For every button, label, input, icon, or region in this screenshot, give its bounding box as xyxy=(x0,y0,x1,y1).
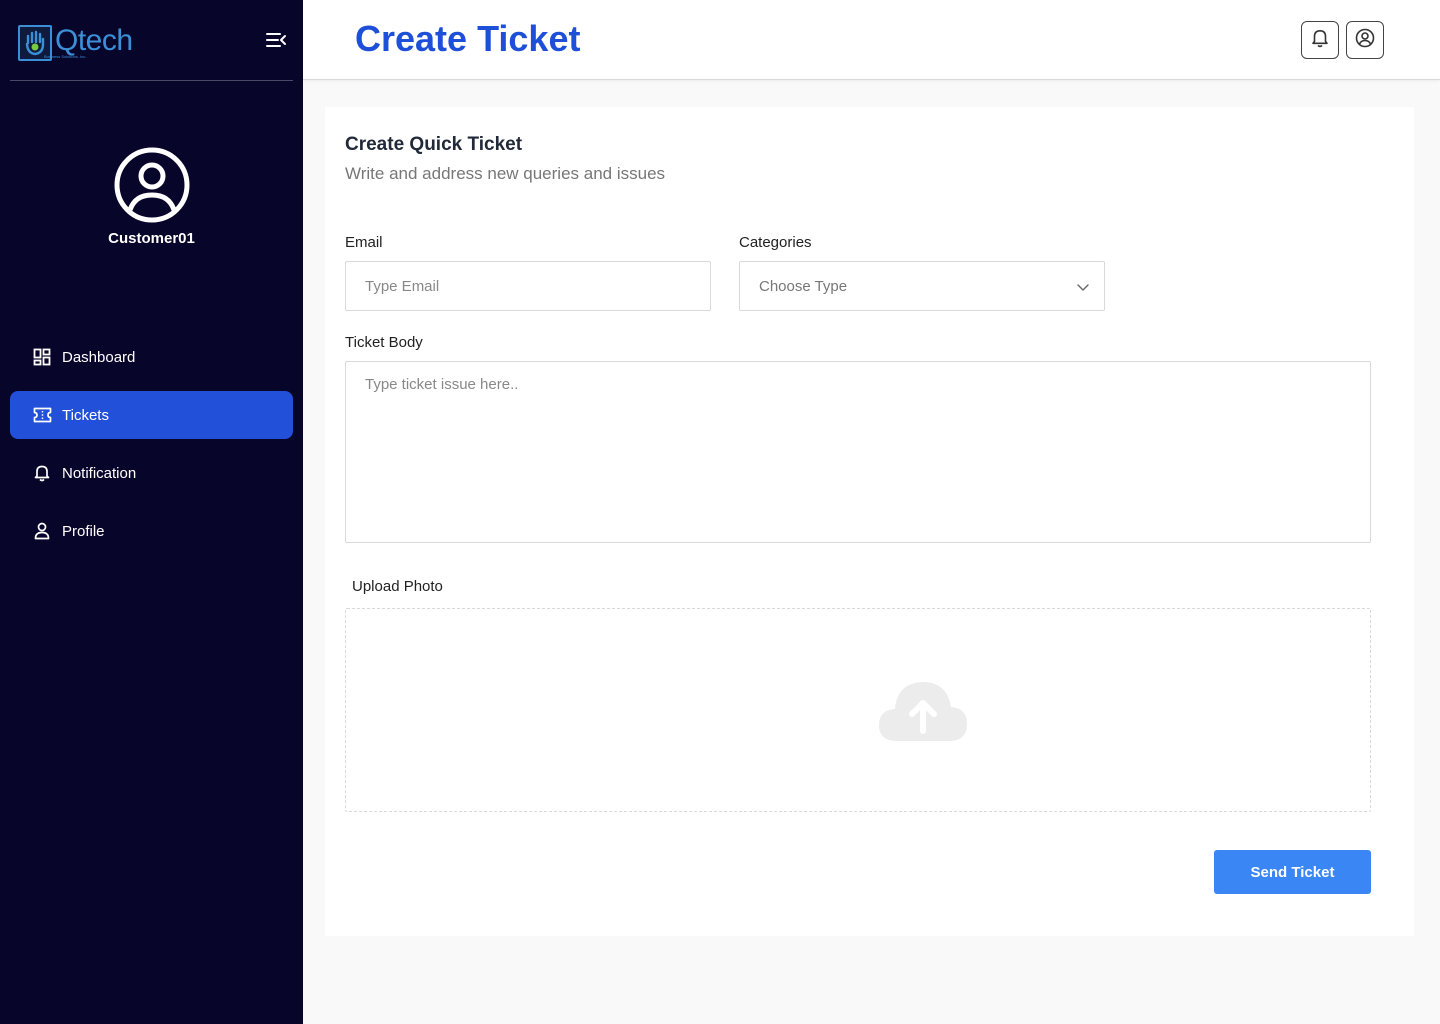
create-ticket-card: Create Quick Ticket Write and address ne… xyxy=(325,107,1414,936)
ticket-body-textarea[interactable] xyxy=(345,361,1371,543)
page-title: Create Ticket xyxy=(355,18,581,59)
bell-icon xyxy=(1311,28,1329,53)
form-title: Create Quick Ticket xyxy=(345,134,523,155)
sidebar-item-label: Dashboard xyxy=(62,348,136,366)
user-circle-icon xyxy=(1355,28,1375,53)
sidebar: Qtech Business Solutions, Inc. Customer0… xyxy=(0,0,303,1024)
sidebar-item-notification[interactable]: Notification xyxy=(10,449,293,497)
categories-select[interactable]: Choose Type xyxy=(739,261,1105,311)
notification-button[interactable] xyxy=(1301,21,1339,59)
ticket-body-label: Ticket Body xyxy=(345,334,423,351)
top-header: Create Ticket xyxy=(303,0,1440,80)
dashboard-icon xyxy=(32,347,52,367)
upload-photo-label: Upload Photo xyxy=(352,578,443,595)
sidebar-header: Qtech Business Solutions, Inc. xyxy=(10,0,293,81)
categories-label: Categories xyxy=(739,234,812,251)
cloud-upload-icon xyxy=(877,679,969,743)
sidebar-item-tickets[interactable]: Tickets xyxy=(10,391,293,439)
email-field[interactable] xyxy=(345,261,711,311)
bell-icon xyxy=(32,463,52,483)
user-block: Customer01 xyxy=(0,146,303,247)
photo-dropzone[interactable] xyxy=(345,608,1371,812)
chevron-down-icon xyxy=(1076,280,1090,294)
sidebar-item-profile[interactable]: Profile xyxy=(10,507,293,555)
account-button[interactable] xyxy=(1346,21,1384,59)
ticket-icon xyxy=(32,405,52,425)
collapse-menu-icon[interactable] xyxy=(265,30,287,50)
user-avatar-icon xyxy=(113,146,191,224)
sidebar-item-label: Tickets xyxy=(62,406,109,424)
user-name: Customer01 xyxy=(108,230,195,247)
email-label: Email xyxy=(345,234,383,251)
sidebar-item-dashboard[interactable]: Dashboard xyxy=(10,333,293,381)
sidebar-nav: Dashboard Tickets Notification Profile xyxy=(10,333,293,565)
form-subtitle: Write and address new queries and issues xyxy=(345,164,666,183)
brand-name: Qtech xyxy=(55,24,133,57)
brand-tagline: Business Solutions, Inc. xyxy=(44,54,87,59)
send-ticket-button[interactable]: Send Ticket xyxy=(1214,850,1371,894)
sidebar-item-label: Notification xyxy=(62,464,137,482)
sidebar-item-label: Profile xyxy=(62,522,105,540)
categories-selected-value: Choose Type xyxy=(759,277,848,295)
user-icon xyxy=(32,521,52,541)
brand-logo[interactable]: Qtech Business Solutions, Inc. xyxy=(18,25,133,61)
